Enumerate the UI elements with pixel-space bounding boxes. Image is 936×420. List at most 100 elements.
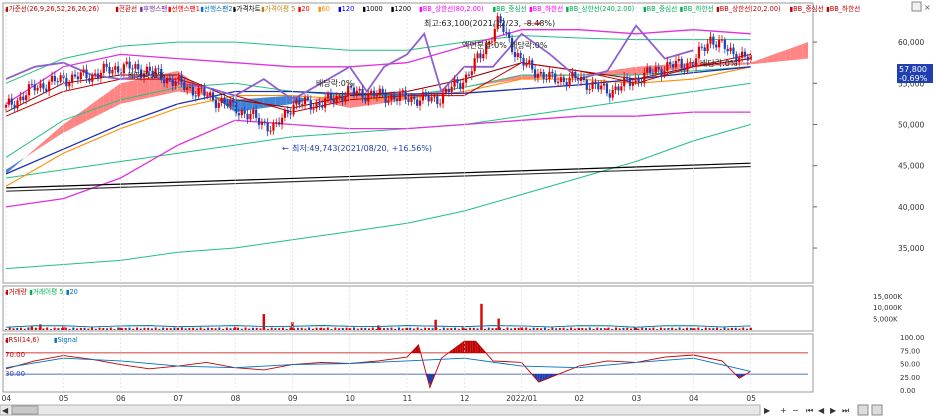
x-tick-label: 07: [173, 394, 183, 403]
candle-body: [396, 99, 398, 101]
candle-body: [729, 48, 731, 52]
candle-body: [689, 62, 691, 63]
candle-body: [157, 68, 159, 69]
last-page-icon[interactable]: ⏭: [842, 406, 849, 415]
zoom-out-icon[interactable]: −: [792, 406, 799, 415]
volume-bar: [200, 327, 202, 330]
candle-body: [223, 98, 225, 104]
price-legend: ▮가준선(26,9,26,52,26,26,26)▮전환선▮후행스팬▮선행스팬1…: [5, 4, 860, 13]
candle-body: [591, 81, 593, 89]
candle-body: [626, 77, 628, 79]
first-page-icon[interactable]: ⏮: [806, 406, 813, 415]
expand-icon[interactable]: [912, 2, 921, 11]
candle-body: [669, 62, 671, 64]
volume-bar: [132, 329, 134, 330]
candle-body: [416, 99, 418, 105]
candle-body: [384, 94, 386, 103]
candle-body: [321, 105, 323, 107]
candle-body: [287, 110, 289, 113]
price-tick-label: 35,000: [898, 244, 924, 253]
volume-bar: [544, 328, 546, 330]
volume-bar-peak: [497, 319, 499, 330]
candle-body: [609, 93, 611, 97]
candle-body: [19, 97, 21, 101]
candle-body: [290, 114, 292, 115]
volume-bar: [720, 329, 722, 330]
volume-bar: [76, 328, 78, 330]
x-tick-label: 05: [746, 394, 756, 403]
price-tick-label: 45,000: [898, 162, 924, 171]
candle-body: [543, 72, 545, 79]
volume-bar: [218, 328, 220, 330]
volume-bar: [80, 328, 82, 330]
rsi-overbought-fill: [468, 341, 470, 353]
candle-body: [428, 96, 430, 101]
candle-body: [672, 64, 674, 67]
candle-body: [106, 64, 108, 67]
candle-body: [430, 97, 432, 101]
volume-bar: [57, 328, 59, 330]
price-legend-item: ▮BB_하한선: [529, 4, 563, 13]
candle-body: [169, 78, 171, 80]
volume-tick-label: 5,000K: [873, 316, 898, 324]
volume-bar: [443, 328, 445, 330]
x-tick-label: 03: [632, 394, 642, 403]
candle-body: [531, 60, 533, 69]
candle-body: [338, 96, 340, 97]
volume-bar: [248, 329, 250, 330]
volume-bar: [271, 328, 273, 330]
volume-bar: [158, 329, 160, 330]
volume-bar: [536, 328, 538, 330]
price-tick-label: 40,000: [898, 203, 924, 212]
volume-bar-peak: [263, 314, 265, 330]
scrollbar-thumb[interactable]: [12, 406, 38, 414]
price-legend-item: ▮BB_상한선(80,2.00): [419, 4, 483, 13]
rsi-panel[interactable]: [3, 334, 813, 392]
candle-body: [16, 100, 18, 108]
candle-body: [310, 100, 312, 109]
price-legend-item: ▮BB_중심선: [790, 4, 824, 13]
candle-body: [468, 75, 470, 76]
close-panel-icon[interactable]: ×: [924, 3, 931, 12]
rsi-axis: 100.0075.0050.0025.000.00: [900, 334, 925, 395]
candle-body: [747, 57, 749, 61]
zoom-in-icon[interactable]: +: [780, 406, 787, 415]
ichimoku-cloud-segment: [785, 48, 791, 61]
next-page-icon[interactable]: ▶: [830, 406, 837, 415]
volume-bar: [353, 327, 355, 330]
volume-bar: [428, 328, 430, 330]
candle-body: [215, 100, 217, 108]
ichimoku-cloud-segment: [527, 75, 533, 79]
volume-bar: [518, 328, 520, 330]
candle-body: [206, 96, 208, 97]
candle-body: [195, 95, 197, 96]
candle-body: [537, 74, 539, 78]
dividend-label-aug: 배당락:0%: [316, 78, 354, 88]
layout-icon[interactable]: [872, 405, 882, 415]
x-tick-label: 02: [574, 394, 584, 403]
candle-body: [514, 52, 516, 57]
volume-panel[interactable]: [3, 286, 813, 331]
volume-bar: [540, 328, 542, 330]
prev-page-icon[interactable]: ◀: [818, 406, 825, 415]
chart-scrollbar[interactable]: [0, 405, 760, 415]
ichimoku-cloud-segment: [625, 68, 631, 75]
scroll-right-icon[interactable]: ▶: [764, 406, 771, 415]
volume-bar: [304, 329, 306, 330]
volume-bar: [143, 328, 145, 330]
scroll-left-icon[interactable]: ◀: [2, 406, 9, 415]
candle-body: [295, 100, 297, 105]
volume-bar: [215, 328, 217, 330]
candle-body: [353, 88, 355, 94]
price-panel[interactable]: [3, 3, 813, 283]
volume-bar: [301, 328, 303, 330]
price-legend-item: ▮가격차트: [233, 4, 261, 13]
candle-body: [344, 96, 346, 101]
volume-bar: [649, 328, 651, 330]
volume-bar: [746, 329, 748, 330]
candle-body: [91, 75, 93, 82]
candle-body: [744, 52, 746, 57]
volume-bar: [503, 329, 505, 330]
candle-body: [629, 79, 631, 86]
settings-icon[interactable]: [858, 405, 868, 415]
